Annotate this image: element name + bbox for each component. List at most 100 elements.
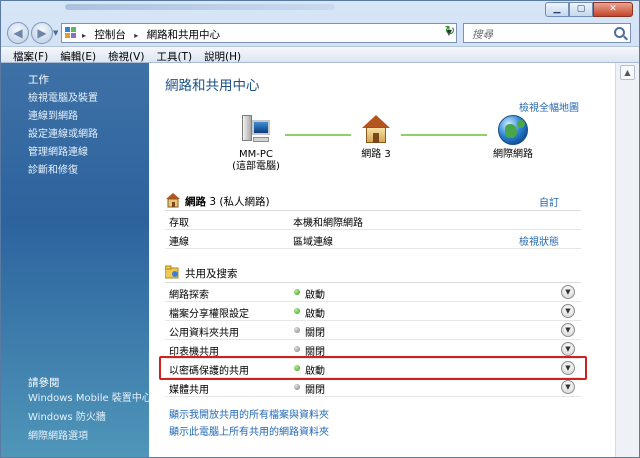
expand-chevron-icon[interactable]: ▼ xyxy=(561,304,575,318)
control-panel-icon xyxy=(65,27,78,39)
sharing-icon xyxy=(165,265,179,279)
breadcrumb: ▸ 控制台 ▸ 網路和共用中心 xyxy=(82,27,225,42)
map-connection-line xyxy=(285,134,351,136)
breadcrumb-network-center[interactable]: 網路和共用中心 xyxy=(147,29,221,41)
breadcrumb-separator[interactable]: ▸ xyxy=(134,31,138,40)
customize-link[interactable]: 自訂 xyxy=(539,194,559,209)
network-name-label: 網路 3 xyxy=(361,149,391,160)
sharing-state: 關閉 xyxy=(305,328,325,339)
network-row-connection: 連線 區域連線 檢視狀態 xyxy=(165,230,581,249)
title-bar-blur xyxy=(65,4,335,10)
internet-label: 網際網路 xyxy=(493,149,533,160)
map-node-network[interactable]: 網路 3 xyxy=(353,115,399,161)
status-dot-icon xyxy=(294,327,300,333)
row-value: 區域連線 xyxy=(293,237,333,248)
row-value: 本機和網際網路 xyxy=(293,218,363,229)
network-sharing-center-window: ▁ ▢ ✕ ◀ ▶ ▼ ▸ 控制台 ▸ 網路和共用中心 ▼ ↻ 搜尋 檔案(F)… xyxy=(0,0,640,458)
sharing-row[interactable]: 公用資料夾共用 關閉 ▼ xyxy=(165,321,581,340)
network-title: 網路 3 (私人網路) xyxy=(185,194,270,209)
close-button[interactable]: ✕ xyxy=(593,2,633,17)
maximize-button[interactable]: ▢ xyxy=(569,2,593,17)
network-section: 網路 3 (私人網路) 自訂 存取 本機和網際網路 連線 區域連線 檢視狀態 xyxy=(165,191,581,249)
sharing-row[interactable]: 網路探索 啟動 ▼ xyxy=(165,283,581,302)
sharing-row[interactable]: 檔案分享權限設定 啟動 ▼ xyxy=(165,302,581,321)
forward-button[interactable]: ▶ xyxy=(31,22,53,44)
task-pane: 工作 檢視電腦及裝置 連線到網路 設定連線或網路 管理網路連線 診斷和修復 請參… xyxy=(1,63,152,457)
minimize-button[interactable]: ▁ xyxy=(545,2,569,17)
task-view-computers[interactable]: 檢視電腦及裝置 xyxy=(28,90,98,108)
expand-chevron-icon[interactable]: ▼ xyxy=(561,342,575,356)
see-also-list: Windows Mobile 裝置中心 Windows 防火牆 網際網路選項 xyxy=(28,389,152,446)
see-also-mobile-center[interactable]: Windows Mobile 裝置中心 xyxy=(28,389,152,408)
expand-chevron-icon[interactable]: ▼ xyxy=(561,380,575,394)
sharing-header: 共用及搜索 xyxy=(165,263,581,283)
back-button[interactable]: ◀ xyxy=(7,22,29,44)
task-connect-network[interactable]: 連線到網路 xyxy=(28,108,98,126)
status-dot-icon xyxy=(294,308,300,314)
task-list: 檢視電腦及裝置 連線到網路 設定連線或網路 管理網路連線 診斷和修復 xyxy=(28,90,98,180)
network-name: 網路 xyxy=(185,196,206,208)
sharing-state: 關閉 xyxy=(305,385,325,396)
sharing-row[interactable]: 媒體共用 關閉 ▼ xyxy=(165,378,581,397)
recent-pages-icon[interactable]: ▼ xyxy=(53,29,58,37)
menu-file[interactable]: 檔案(F) xyxy=(7,47,54,63)
network-type: 3 (私人網路) xyxy=(209,196,270,208)
view-full-map-link[interactable]: 檢視全幅地圖 xyxy=(519,99,579,114)
task-setup-connection[interactable]: 設定連線或網路 xyxy=(28,126,98,144)
network-header: 網路 3 (私人網路) 自訂 xyxy=(165,191,581,211)
sharing-state: 啟動 xyxy=(305,309,325,320)
sharing-label: 檔案分享權限設定 xyxy=(169,309,249,320)
network-row-access: 存取 本機和網際網路 xyxy=(165,211,581,230)
computer-name: MM-PC xyxy=(239,149,273,160)
view-status-link[interactable]: 檢視狀態 xyxy=(519,233,559,248)
sharing-state: 啟動 xyxy=(305,290,325,301)
show-shared-folders-link[interactable]: 顯示此電腦上所有共用的網路資料夾 xyxy=(169,424,329,441)
expand-chevron-icon[interactable]: ▼ xyxy=(561,323,575,337)
menu-help[interactable]: 說明(H) xyxy=(198,47,247,63)
address-bar[interactable]: ▸ 控制台 ▸ 網路和共用中心 ▼ xyxy=(61,23,457,43)
vertical-scrollbar[interactable]: ▲ xyxy=(615,63,639,457)
breadcrumb-control-panel[interactable]: 控制台 xyxy=(94,29,126,41)
map-node-computer[interactable]: MM-PC (這部電腦) xyxy=(225,115,287,173)
see-also-firewall[interactable]: Windows 防火牆 xyxy=(28,408,152,427)
menu-bar: 檔案(F) 編輯(E) 檢視(V) 工具(T) 說明(H) xyxy=(1,46,639,63)
page-title: 網路和共用中心 xyxy=(165,78,260,94)
see-also-internet-options[interactable]: 網際網路選項 xyxy=(28,427,152,446)
status-dot-icon xyxy=(294,346,300,352)
sharing-label: 媒體共用 xyxy=(169,385,209,396)
task-manage-connections[interactable]: 管理網路連線 xyxy=(28,144,98,162)
sharing-label: 公用資料夾共用 xyxy=(169,328,239,339)
expand-chevron-icon[interactable]: ▼ xyxy=(561,285,575,299)
window-controls: ▁ ▢ ✕ xyxy=(545,2,633,17)
title-bar: ▁ ▢ ✕ xyxy=(1,1,639,17)
row-label: 存取 xyxy=(169,218,189,229)
breadcrumb-separator: ▸ xyxy=(82,31,87,40)
status-dot-icon xyxy=(294,384,300,390)
see-also-heading: 請參閱 xyxy=(28,377,60,389)
search-input[interactable]: 搜尋 xyxy=(472,27,493,42)
computer-sub-label: (這部電腦) xyxy=(232,161,280,172)
refresh-icon[interactable]: ↻ xyxy=(441,23,459,41)
show-shared-files-link[interactable]: 顯示我開放共用的所有檔案與資料夾 xyxy=(169,407,329,424)
row-label: 連線 xyxy=(169,237,189,248)
menu-tools[interactable]: 工具(T) xyxy=(150,47,198,63)
highlight-box xyxy=(159,356,587,380)
navigation-bar: ◀ ▶ ▼ ▸ 控制台 ▸ 網路和共用中心 ▼ ↻ 搜尋 xyxy=(1,20,639,46)
computer-icon xyxy=(242,115,270,145)
bottom-links: 顯示我開放共用的所有檔案與資料夾 顯示此電腦上所有共用的網路資料夾 xyxy=(169,407,329,441)
globe-icon xyxy=(498,115,528,145)
task-diagnose-repair[interactable]: 診斷和修復 xyxy=(28,162,98,180)
network-map: MM-PC (這部電腦) 網路 3 網際網路 xyxy=(149,115,615,195)
search-box[interactable]: 搜尋 xyxy=(463,23,631,43)
status-dot-icon xyxy=(294,289,300,295)
menu-view[interactable]: 檢視(V) xyxy=(102,47,150,63)
content-pane: 網路和共用中心 檢視全幅地圖 MM-PC (這部電腦) 網路 3 網際網路 網路… xyxy=(149,63,615,457)
menu-edit[interactable]: 編輯(E) xyxy=(54,47,102,63)
sharing-label: 網路探索 xyxy=(169,290,209,301)
search-icon[interactable] xyxy=(614,27,625,38)
home-network-icon xyxy=(361,115,391,145)
scroll-up-icon[interactable]: ▲ xyxy=(620,65,635,80)
sharing-title: 共用及搜索 xyxy=(185,268,238,280)
map-node-internet[interactable]: 網際網路 xyxy=(485,115,541,161)
tasks-heading: 工作 xyxy=(28,74,49,86)
